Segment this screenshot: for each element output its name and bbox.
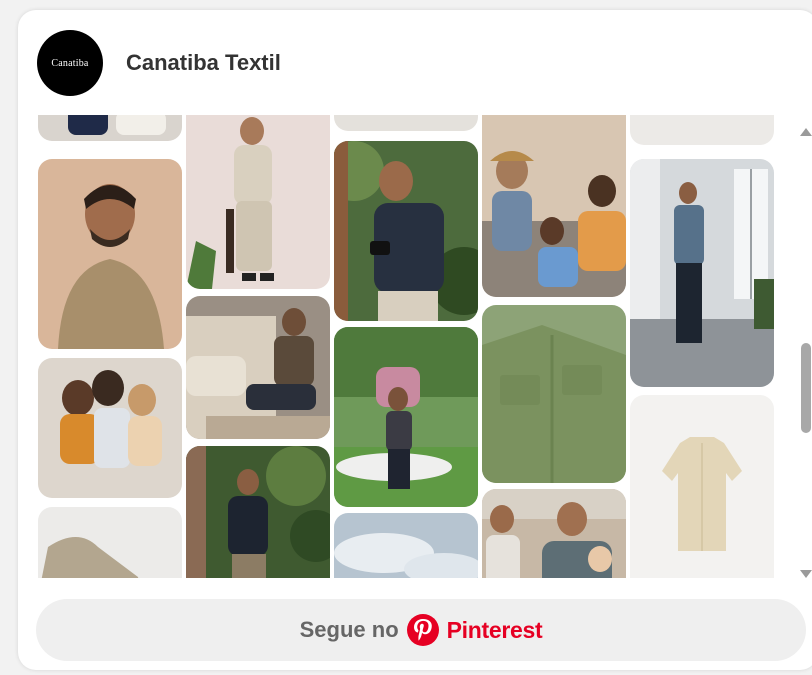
scroll-down-arrow-icon[interactable] [800,570,812,578]
pin-family-on-floor[interactable] [38,358,182,498]
profile-name[interactable]: Canatiba Textil [126,50,281,76]
pin-man-on-sofa[interactable] [186,296,330,439]
pin-man-partial-top[interactable] [38,115,182,141]
pin-top-sliver-col5[interactable] [630,115,774,145]
pin-green-shirt-folded[interactable] [482,305,626,483]
pinterest-brand-text: Pinterest [446,616,543,643]
pin-shirt-partial[interactable] [38,507,182,578]
scrollbar-thumb[interactable] [801,343,811,433]
pin-man-lifting-child-park[interactable] [334,327,478,507]
scroll-up-arrow-icon[interactable] [800,128,812,136]
pin-top-sliver-col3[interactable] [334,115,478,131]
profile-avatar[interactable]: Canatiba [37,30,103,96]
board-scrollbar[interactable] [798,128,812,578]
pin-man-chair-white-outfit[interactable] [186,115,330,289]
pin-sky-partial[interactable] [334,513,478,578]
pin-man-beige-shirt[interactable] [38,159,182,349]
follow-button-label: Segue no [299,617,399,642]
profile-header: Canatiba Canatiba Textil [18,10,812,110]
pin-man-with-children[interactable] [482,489,626,578]
pin-cream-shirt-product[interactable] [630,395,774,578]
pinterest-logo-icon [406,614,439,646]
pin-man-loft-standing[interactable] [630,159,774,387]
pin-family-on-sofa[interactable] [482,115,626,297]
avatar-logo-text: Canatiba [51,57,89,69]
pin-board [38,115,778,578]
pin-man-with-camera[interactable] [334,141,478,321]
pinterest-profile-widget: Canatiba Canatiba Textil Segue no Pinter… [18,10,812,670]
follow-on-pinterest-button[interactable]: Segue no Pinterest [36,599,806,661]
pin-man-in-forest[interactable] [186,446,330,578]
